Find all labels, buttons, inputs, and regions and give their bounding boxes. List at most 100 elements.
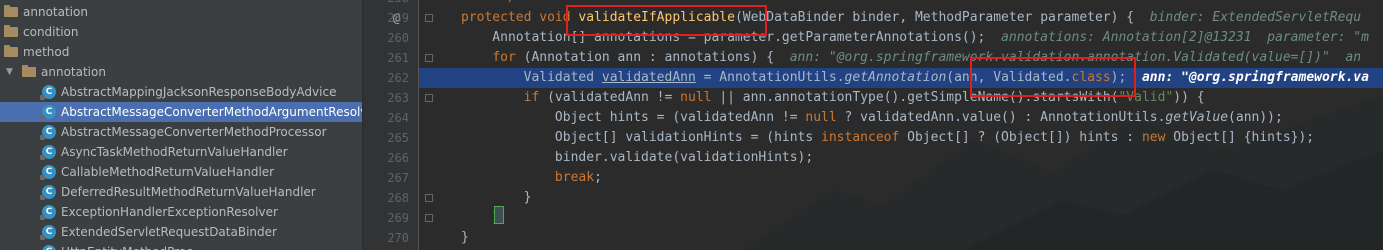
code-token: binder.validate(validationHints); (461, 150, 814, 165)
inline-debug-hint: binder: ExtendedServletRequ (1149, 10, 1362, 25)
code-token: Object[] validationHints = (hints (461, 130, 822, 145)
code-token: )) { (1173, 90, 1205, 105)
tree-class-item[interactable]: C ExceptionHandlerExceptionResolver (0, 202, 362, 222)
code-token: ? validatedAnn.value() : AnnotationUtils… (844, 110, 1166, 125)
highlight-box-validated-class (970, 57, 1136, 97)
fold-marker-icon[interactable] (425, 194, 433, 202)
code-line[interactable]: break; (461, 168, 602, 188)
tree-class-item[interactable]: C DeferredResultMethodReturnValueHandler (0, 182, 362, 202)
class-icon: C (40, 165, 56, 180)
code-line[interactable]: } (461, 228, 469, 248)
class-icon: C (40, 185, 56, 200)
fold-marker-icon[interactable] (425, 14, 433, 22)
tree-class-item[interactable]: C AbstractMappingJacksonResponseBodyAdvic… (0, 82, 362, 102)
tree-item-label: AsyncTaskMethodReturnValueHandler (61, 145, 288, 159)
tree-item-label: annotation (41, 65, 106, 79)
code-token: for (492, 50, 524, 65)
line-number: 269 (387, 211, 409, 225)
line-number: 266 (387, 151, 409, 165)
tree-class-item[interactable]: C ExtendedServletRequestDataBinder (0, 222, 362, 242)
tree-item-label: AbstractMessageConverterMethodProcessor (61, 125, 327, 139)
expand-arrow-icon[interactable]: ▼ (6, 62, 13, 82)
code-line[interactable]: Object hints = (validatedAnn != null ? v… (461, 108, 1283, 128)
fold-marker-icon[interactable] (425, 94, 433, 102)
tree-item-label: HttpEntityMethodProc (61, 242, 193, 250)
code-token: = AnnotationUtils. (695, 70, 845, 85)
code-token: null (680, 90, 720, 105)
tree-class-item[interactable]: C AbstractMessageConverterMethodProcessor (0, 122, 362, 142)
code-token: Object hints = (validatedAnn != (461, 110, 806, 125)
class-icon: C (40, 145, 56, 160)
inline-debug-hint: ann: "@org.springframework.va (1141, 70, 1369, 85)
code-line[interactable]: Object[] validationHints = (hints instan… (461, 128, 1314, 148)
tree-folder-item[interactable]: ▼ annotation (0, 62, 362, 82)
line-number: 260 (387, 31, 409, 45)
line-number: 258 (363, 0, 409, 8)
code-line[interactable]: } (461, 188, 532, 208)
class-icon: C (40, 125, 56, 140)
code-token: (WebDataBinder binder, MethodParameter p… (734, 10, 1150, 25)
code-token: protected void (461, 10, 579, 25)
code-token: instanceof (821, 130, 908, 145)
line-number: 265 (387, 131, 409, 145)
inline-debug-hint: annotations: Annotation[2]@13231 paramet… (1001, 30, 1369, 45)
folder-icon (4, 5, 18, 17)
tree-item-label: ExtendedServletRequestDataBinder (61, 225, 277, 239)
class-icon: C (40, 225, 56, 240)
matching-brace-marker (494, 206, 504, 224)
fold-marker-icon[interactable] (425, 54, 433, 62)
tree-folder-item[interactable]: condition (0, 22, 362, 42)
code-token: Object[] ? (Object[]) hints : (907, 130, 1142, 145)
line-number: 261 (387, 51, 409, 65)
code-line[interactable]: binder.validate(validationHints); (461, 148, 813, 168)
tree-item-label: AbstractMappingJacksonResponseBodyAdvice (61, 85, 337, 99)
line-number: 263 (387, 91, 409, 105)
code-token: (ann)); (1228, 110, 1283, 125)
tree-item-label: AbstractMessageConverterMethodArgumentRe… (61, 105, 362, 119)
class-icon: C (40, 205, 56, 220)
tree-item-label: DeferredResultMethodReturnValueHandler (61, 185, 316, 199)
highlight-box-method-name (566, 5, 767, 36)
class-icon: C (40, 105, 56, 120)
line-number: 268 (387, 191, 409, 205)
code-token: } (461, 190, 532, 205)
code-token: } (461, 230, 469, 245)
line-number: 264 (387, 111, 409, 125)
line-number: 270 (387, 231, 409, 245)
code-editor[interactable]: @ */protected void validateIfApplicable(… (363, 0, 1383, 250)
code-line[interactable]: Validated validatedAnn = AnnotationUtils… (461, 68, 1369, 88)
tree-class-item[interactable]: C AbstractMessageConverterMethodArgumentR… (0, 102, 362, 122)
code-token: null (805, 110, 845, 125)
code-line[interactable]: */ (461, 0, 516, 8)
tree-folder-item[interactable]: method (0, 42, 362, 62)
code-line[interactable]: for (Annotation ann : annotations) { ann… (461, 48, 1361, 68)
folder-icon (4, 25, 18, 37)
code-token: */ (461, 0, 516, 5)
tree-class-item[interactable]: C HttpEntityMethodProc (0, 242, 362, 250)
tree-class-item[interactable]: C CallableMethodReturnValueHandler (0, 162, 362, 182)
code-token: Object[] {hints}); (1173, 130, 1315, 145)
folder-icon (4, 45, 18, 57)
tree-item-label: ExceptionHandlerExceptionResolver (61, 205, 278, 219)
code-token: validatedAnn (601, 70, 696, 85)
gutter-divider (418, 0, 419, 250)
code-token: getValue (1165, 110, 1229, 125)
code-token: if (523, 90, 548, 105)
folder-icon (22, 65, 36, 77)
code-token: getAnnotation (844, 70, 947, 85)
tree-class-item[interactable]: C AsyncTaskMethodReturnValueHandler (0, 142, 362, 162)
line-number: 262 (387, 71, 409, 85)
code-token: ; (594, 170, 602, 185)
tree-item-label: annotation (23, 5, 88, 19)
line-number: 259 (387, 11, 409, 25)
code-token: (validatedAnn != (547, 90, 681, 105)
fold-marker-icon[interactable] (425, 214, 433, 222)
code-token: break (554, 170, 595, 185)
class-icon: C (42, 245, 56, 250)
tree-item-label: CallableMethodReturnValueHandler (61, 165, 275, 179)
tree-folder-item[interactable]: annotation (0, 2, 362, 22)
code-token: new (1141, 130, 1174, 145)
